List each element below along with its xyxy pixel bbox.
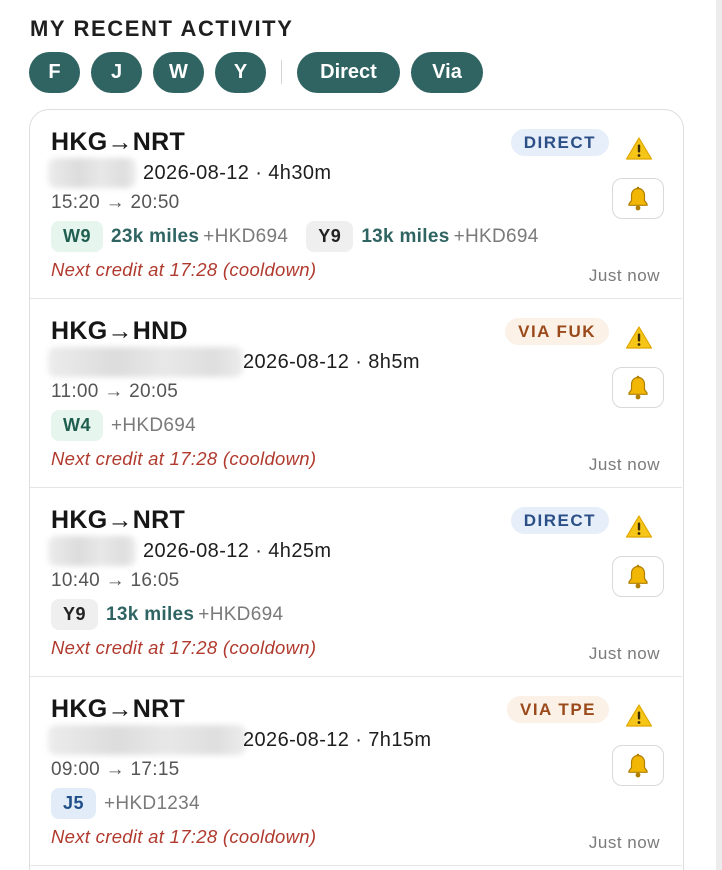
cash-surcharge: +HKD694	[453, 225, 539, 247]
activity-item[interactable]: HKG→NRT DIRECT 2026-08-12 · 4h25m 10:40 …	[30, 488, 682, 677]
date-duration: 2026-08-12 · 8h5m	[243, 351, 420, 373]
filter-cabin-w[interactable]: W	[153, 51, 204, 93]
activity-item[interactable]: HKG→HND VIA FUK 2026-08-12 · 8h5m 11:00 …	[30, 299, 682, 488]
next-credit-text: Next credit at 17:28 (cooldown)	[51, 448, 317, 469]
redacted-flight-info	[48, 725, 246, 755]
section-title: MY RECENT ACTIVITY	[30, 16, 294, 41]
activity-list: HKG→NRT DIRECT 2026-08-12 · 4h30m 15:20 …	[29, 109, 684, 870]
window-edge	[716, 0, 722, 870]
timestamp: Just now	[588, 833, 660, 852]
warning-icon[interactable]	[625, 325, 653, 350]
activity-item[interactable]: HKG→NRT VIA TPE 2026-08-12 · 7h15m 09:00…	[30, 677, 682, 866]
route-type-badge: DIRECT	[510, 129, 609, 156]
fare-options: Y9 13k miles +HKD694	[51, 599, 283, 630]
flight-times: 10:40 → 16:05	[51, 570, 180, 591]
fare-class-code: Y9	[51, 599, 99, 630]
bell-icon	[628, 564, 648, 588]
alert-button[interactable]	[612, 556, 664, 597]
fare-class-code: Y9	[306, 221, 354, 252]
filter-direct[interactable]: Direct	[297, 51, 400, 93]
cash-surcharge: +HKD694	[203, 225, 289, 247]
bell-icon	[628, 375, 648, 399]
route-type-badge: VIA FUK	[505, 318, 609, 345]
redacted-flight-info	[48, 347, 243, 377]
warning-icon[interactable]	[625, 136, 653, 161]
flight-times: 15:20 → 20:50	[51, 192, 180, 213]
bell-icon	[628, 186, 648, 210]
route: HKG→NRT	[51, 695, 186, 723]
fare-options: W4 +HKD694	[51, 410, 196, 441]
date-duration: 2026-08-12 · 4h25m	[143, 540, 332, 562]
bell-icon	[628, 753, 648, 777]
fare-options: W9 23k miles +HKD694 Y9 13k miles +HKD69…	[51, 221, 539, 252]
filter-bar: F J W Y Direct Via	[29, 51, 494, 93]
next-credit-text: Next credit at 17:28 (cooldown)	[51, 637, 317, 658]
alert-button[interactable]	[612, 178, 664, 219]
date-duration: 2026-08-12 · 4h30m	[143, 162, 332, 184]
next-credit-text: Next credit at 17:28 (cooldown)	[51, 826, 317, 847]
timestamp: Just now	[588, 644, 660, 663]
alert-button[interactable]	[612, 367, 664, 408]
redacted-flight-info	[48, 536, 136, 566]
route: HKG→HND	[51, 317, 188, 345]
filter-divider	[281, 60, 282, 84]
route: HKG→NRT	[51, 506, 186, 534]
route-type-badge: VIA TPE	[507, 696, 609, 723]
redacted-flight-info	[48, 158, 136, 188]
route-type-badge: DIRECT	[510, 507, 609, 534]
miles-cost: 13k miles	[106, 603, 195, 625]
cash-surcharge: +HKD694	[198, 603, 284, 625]
flight-times: 09:00 → 17:15	[51, 759, 180, 780]
filter-cabin-f[interactable]: F	[29, 51, 80, 93]
fare-class-code: J5	[51, 788, 97, 819]
cash-surcharge: +HKD1234	[104, 792, 200, 814]
warning-icon[interactable]	[625, 514, 653, 539]
fare-class-code: W9	[51, 221, 103, 252]
next-credit-text: Next credit at 17:28 (cooldown)	[51, 259, 317, 280]
route: HKG→NRT	[51, 128, 186, 156]
timestamp: Just now	[588, 455, 660, 474]
activity-item[interactable]: HKG→NRT DIRECT 2026-08-12 · 4h30m 15:20 …	[30, 110, 682, 299]
flight-times: 11:00 → 20:05	[51, 381, 179, 402]
warning-icon[interactable]	[625, 703, 653, 728]
fare-options: J5 +HKD1234	[51, 788, 200, 819]
miles-cost: 13k miles	[361, 225, 450, 247]
alert-button[interactable]	[612, 745, 664, 786]
filter-cabin-y[interactable]: Y	[215, 51, 266, 93]
filter-via[interactable]: Via	[411, 51, 483, 93]
filter-cabin-j[interactable]: J	[91, 51, 142, 93]
cash-surcharge: +HKD694	[111, 414, 197, 436]
timestamp: Just now	[588, 266, 660, 285]
fare-class-code: W4	[51, 410, 103, 441]
date-duration: 2026-08-12 · 7h15m	[243, 729, 432, 751]
miles-cost: 23k miles	[111, 225, 200, 247]
